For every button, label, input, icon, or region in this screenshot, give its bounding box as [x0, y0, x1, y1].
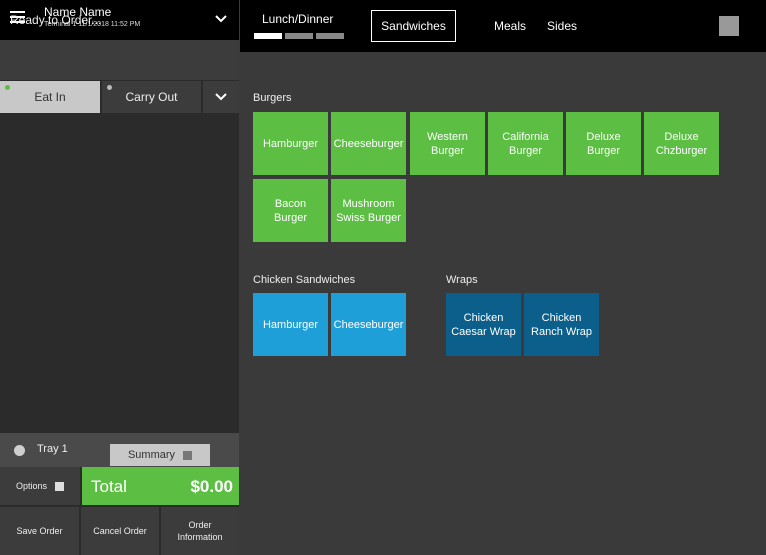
- menu-item-chicken-caesar-wrap[interactable]: Chicken Caesar Wrap: [446, 293, 521, 356]
- menu-item-mushroom-swiss-burger[interactable]: Mushroom Swiss Burger: [331, 179, 406, 242]
- options-label: Options: [15, 481, 48, 491]
- page-indicator[interactable]: [285, 33, 313, 39]
- page-indicator-active[interactable]: [254, 33, 282, 39]
- cancel-order-button[interactable]: Cancel Order: [81, 507, 159, 555]
- chevron-down-icon[interactable]: [214, 12, 228, 24]
- order-type-dropdown[interactable]: [203, 81, 239, 113]
- menu-page-label: Lunch/Dinner: [262, 12, 334, 26]
- options-button[interactable]: Options: [0, 467, 80, 505]
- section-title-burgers: Burgers: [253, 92, 292, 104]
- menu-item-hamburger[interactable]: Hamburger: [253, 112, 328, 175]
- tab-label: Eat In: [34, 90, 66, 104]
- checkbox-icon: [183, 450, 193, 460]
- menu-item-western-burger[interactable]: Western Burger: [410, 112, 485, 175]
- category-meals[interactable]: Meals: [494, 19, 526, 33]
- tray-radio[interactable]: [14, 445, 25, 456]
- menu-item-chicken-hamburger[interactable]: Hamburger: [253, 293, 328, 356]
- menu-item-deluxe-chzburger[interactable]: Deluxe Chzburger: [644, 112, 719, 175]
- total-value: $0.00: [190, 477, 233, 496]
- tab-eat-in[interactable]: Eat In: [0, 81, 100, 113]
- tray-label: Tray 1: [37, 443, 68, 455]
- menu-item-chicken-cheeseburger[interactable]: Cheeseburger: [331, 293, 406, 356]
- menu-item-cheeseburger[interactable]: Cheeseburger: [331, 112, 406, 175]
- inactive-indicator-icon: [107, 85, 112, 90]
- checkbox-icon: [55, 481, 65, 491]
- menu-item-bacon-burger[interactable]: Bacon Burger: [253, 179, 328, 242]
- status-text: Ready to Order...: [10, 13, 102, 27]
- summary-label: Summary: [127, 449, 176, 461]
- menu-item-deluxe-burger[interactable]: Deluxe Burger: [566, 112, 641, 175]
- order-information-label: Order Information: [177, 520, 223, 542]
- save-order-button[interactable]: Save Order: [0, 507, 79, 555]
- page-indicator[interactable]: [316, 33, 344, 39]
- category-sandwiches[interactable]: Sandwiches: [371, 10, 456, 42]
- menu-item-chicken-ranch-wrap[interactable]: Chicken Ranch Wrap: [524, 293, 599, 356]
- section-title-wraps: Wraps: [446, 274, 478, 286]
- order-items-list: [0, 113, 239, 433]
- tab-label: Carry Out: [125, 90, 178, 104]
- active-indicator-icon: [5, 85, 10, 90]
- order-information-button[interactable]: Order Information: [161, 507, 239, 555]
- category-sides[interactable]: Sides: [547, 19, 577, 33]
- status-bar: [0, 40, 239, 80]
- summary-button[interactable]: Summary: [110, 444, 210, 466]
- section-title-chicken-sandwiches: Chicken Sandwiches: [253, 274, 356, 286]
- square-icon[interactable]: [719, 16, 739, 36]
- chevron-down-icon: [215, 93, 227, 101]
- menu-item-california-burger[interactable]: California Burger: [488, 112, 563, 175]
- total-label: Total: [91, 477, 127, 496]
- tab-carry-out[interactable]: Carry Out: [102, 81, 201, 113]
